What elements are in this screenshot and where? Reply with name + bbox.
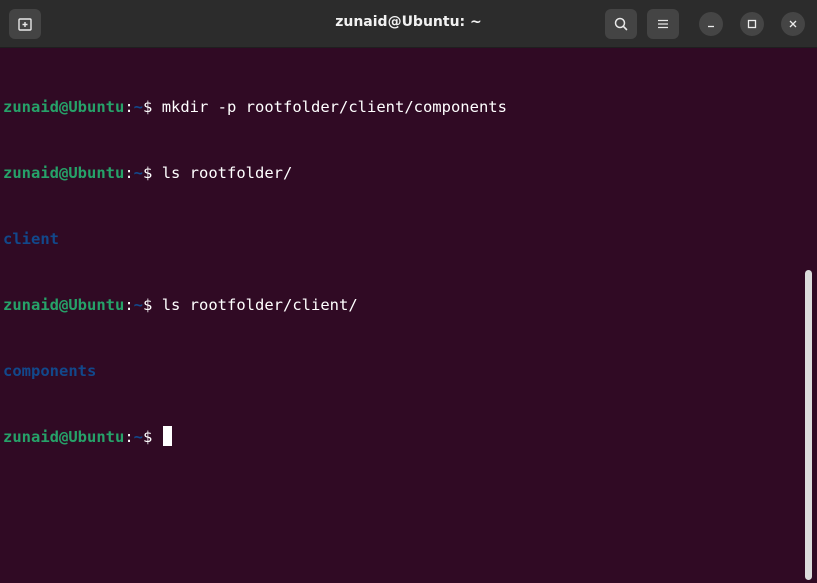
prompt-line: zunaid@Ubuntu:~$ ls rootfolder/client/ <box>3 294 507 316</box>
output-line: client <box>3 228 507 250</box>
minimize-button[interactable] <box>699 12 723 36</box>
search-icon <box>614 17 628 31</box>
prompt-user: zunaid@Ubuntu <box>3 98 125 116</box>
terminal-area[interactable]: zunaid@Ubuntu:~$ mkdir -p rootfolder/cli… <box>0 48 817 583</box>
prompt-separator: : <box>124 296 134 314</box>
prompt-path: ~ <box>133 428 144 446</box>
prompt-path: ~ <box>133 164 144 182</box>
command-text: ls rootfolder/client/ <box>161 296 358 314</box>
maximize-icon <box>747 19 757 29</box>
prompt-user: zunaid@Ubuntu <box>3 164 125 182</box>
prompt-separator: : <box>124 98 134 116</box>
window-title: zunaid@Ubuntu: ~ <box>335 14 482 30</box>
prompt-line: zunaid@Ubuntu:~$ mkdir -p rootfolder/cli… <box>3 96 507 118</box>
hamburger-menu-icon <box>658 19 668 29</box>
prompt-symbol: $ <box>143 98 162 116</box>
minimize-icon <box>708 25 714 28</box>
prompt-user: zunaid@Ubuntu <box>3 428 125 446</box>
directory-entry: client <box>3 230 59 248</box>
command-text: ls rootfolder/ <box>161 164 293 182</box>
close-icon <box>789 20 797 28</box>
prompt-line: zunaid@Ubuntu:~$ ls rootfolder/ <box>3 162 507 184</box>
prompt-separator: : <box>124 428 134 446</box>
title-bar[interactable]: zunaid@Ubuntu: ~ <box>0 0 817 48</box>
prompt-symbol: $ <box>143 164 162 182</box>
prompt-path: ~ <box>133 296 144 314</box>
search-button[interactable] <box>605 9 637 39</box>
prompt-path: ~ <box>133 98 144 116</box>
maximize-button[interactable] <box>740 12 764 36</box>
output-line: components <box>3 360 507 382</box>
text-cursor <box>162 426 172 446</box>
menu-button[interactable] <box>647 9 679 39</box>
prompt-symbol: $ <box>143 296 162 314</box>
terminal-window: zunaid@Ubuntu: ~ zunaid@Ubuntu:~$ mkdir … <box>0 0 817 583</box>
terminal-output: zunaid@Ubuntu:~$ mkdir -p rootfolder/cli… <box>3 52 507 492</box>
prompt-separator: : <box>124 164 134 182</box>
directory-entry: components <box>3 362 97 380</box>
prompt-symbol: $ <box>143 428 162 446</box>
prompt-line: zunaid@Ubuntu:~$ <box>3 426 507 448</box>
command-text: mkdir -p rootfolder/client/components <box>161 98 507 116</box>
prompt-user: zunaid@Ubuntu <box>3 296 125 314</box>
scrollbar[interactable] <box>805 270 812 580</box>
close-button[interactable] <box>781 12 805 36</box>
